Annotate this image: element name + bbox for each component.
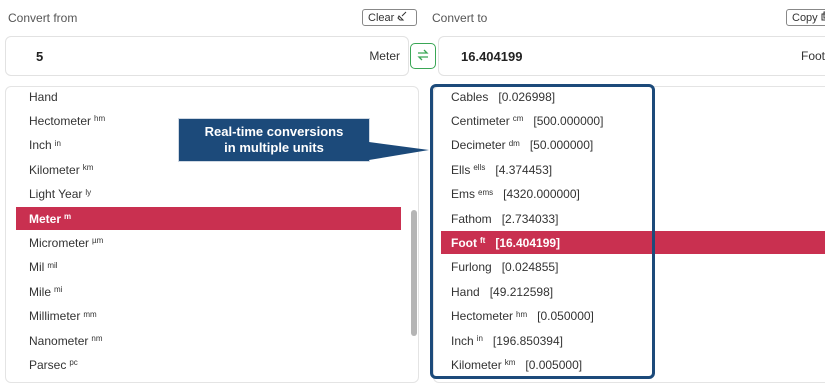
list-item-symbol: km: [504, 358, 516, 368]
to-value-field[interactable]: 16.404199 Foot: [438, 36, 825, 76]
list-item-value: [49.212598]: [489, 284, 554, 299]
swap-button[interactable]: [410, 43, 436, 69]
list-item-name: Kilometer: [29, 162, 80, 177]
list-item-name: Inch: [451, 333, 474, 348]
from-value-field[interactable]: 5 Meter: [5, 36, 409, 76]
list-item-symbol: mm: [83, 309, 97, 319]
list-item-name: Mile: [29, 284, 52, 299]
list-item-name: Meter: [29, 211, 62, 226]
list-item-symbol: pc: [69, 358, 78, 368]
list-item-symbol: dm: [508, 138, 520, 148]
list-item-symbol: ems: [478, 187, 494, 197]
list-item[interactable]: Mil mil: [16, 256, 401, 279]
from-list-scrollbar[interactable]: [411, 210, 417, 336]
callout-line-2: in multiple units: [224, 140, 324, 155]
list-item-symbol: nm: [91, 334, 103, 343]
list-item[interactable]: Cables [0.026998]: [441, 87, 825, 108]
list-item-symbol: ly: [85, 187, 92, 197]
list-item-name: Hand: [451, 284, 480, 299]
list-item[interactable]: Meter m: [16, 207, 401, 230]
from-unit: Meter: [369, 49, 400, 63]
list-item[interactable]: Parsec pc: [16, 353, 401, 376]
list-item[interactable]: Mile mi: [16, 280, 401, 303]
list-item-value: [4320.000000]: [503, 187, 580, 202]
copy-button-label: Copy: [792, 11, 818, 24]
list-item-name: Kilometer: [451, 357, 502, 372]
list-item-value: [50.000000]: [529, 138, 594, 153]
list-item[interactable]: Light Year ly: [16, 183, 401, 206]
list-item-name: Cables: [451, 89, 489, 104]
list-item-symbol: m: [64, 212, 72, 221]
list-item-name: Hectometer: [451, 309, 514, 324]
list-item-symbol: ells: [473, 163, 486, 173]
to-value[interactable]: 16.404199: [461, 49, 522, 64]
copy-icon: [821, 11, 825, 24]
list-item-name: Light Year: [29, 187, 83, 202]
list-item-name: Hectometer: [29, 113, 92, 128]
list-item-symbol: ft: [480, 236, 486, 246]
to-unit-list[interactable]: Cables [0.026998] Centimeter cm [500.000000]…: [433, 86, 825, 383]
list-item-name: Fathom: [451, 211, 492, 226]
list-item-name: Parsec: [29, 357, 67, 372]
list-item[interactable]: Millimeter mm: [16, 305, 401, 328]
list-item[interactable]: Hand [49.212598]: [441, 280, 825, 303]
list-item-value: [0.005000]: [525, 357, 583, 372]
clear-button[interactable]: Clear: [362, 9, 417, 26]
callout-box: Real-time conversions in multiple units: [178, 118, 370, 162]
list-item-name: Decimeter: [451, 138, 506, 153]
list-item[interactable]: Fathom [2.734033]: [441, 207, 825, 230]
list-item[interactable]: Ems ems [4320.000000]: [441, 183, 825, 206]
list-item[interactable]: Furlong [0.024855]: [441, 256, 825, 279]
list-item-value: [0.024855]: [501, 260, 559, 275]
list-item-symbol: km: [82, 163, 94, 173]
list-item[interactable]: Hand: [16, 87, 401, 108]
list-item-name: Mil: [29, 260, 45, 275]
callout-arrow: [369, 142, 429, 160]
list-item-value: [500.000000]: [533, 113, 604, 128]
list-item-name: Foot: [451, 235, 477, 250]
convert-from-label: Convert from: [8, 11, 78, 25]
list-item-name: Furlong: [451, 260, 492, 275]
list-item-name: Ells: [451, 162, 471, 177]
list-item[interactable]: Ells ells [4.374453]: [441, 158, 825, 181]
copy-button[interactable]: Copy: [786, 9, 825, 26]
list-item-symbol: hm: [516, 309, 528, 319]
list-item-name: Nanometer: [29, 333, 89, 348]
list-item-value: [16.404199]: [495, 235, 561, 250]
broom-icon: [397, 11, 407, 24]
list-item-symbol: cm: [512, 114, 524, 124]
list-item-value: [2.734033]: [501, 211, 559, 226]
list-item-name: Micrometer: [29, 235, 90, 250]
list-item-symbol: in: [476, 334, 483, 343]
list-item-name: Ems: [451, 187, 475, 202]
list-item-symbol: mil: [47, 260, 58, 270]
list-item-symbol: in: [54, 138, 61, 148]
clear-button-label: Clear: [368, 11, 395, 24]
list-item-value: [4.374453]: [495, 162, 553, 177]
list-item[interactable]: Decimeter dm [50.000000]: [441, 134, 825, 157]
convert-to-label: Convert to: [432, 11, 488, 25]
list-item[interactable]: Centimeter cm [500.000000]: [441, 109, 825, 132]
list-item[interactable]: Nanometer nm: [16, 329, 401, 352]
list-item[interactable]: Kilometer km [0.005000]: [441, 353, 825, 376]
list-item-symbol: mi: [54, 285, 63, 295]
list-item-name: Inch: [29, 138, 52, 153]
callout-line-1: Real-time conversions: [204, 124, 344, 139]
list-item[interactable]: Micrometer µm: [16, 231, 401, 254]
list-item-name: Centimeter: [451, 113, 510, 128]
list-item-value: [0.026998]: [498, 89, 556, 104]
list-item[interactable]: Foot ft [16.404199]: [441, 231, 825, 255]
from-value[interactable]: 5: [36, 49, 43, 64]
to-unit: Foot: [801, 49, 825, 63]
list-item-value: [196.850394]: [492, 333, 563, 348]
list-item[interactable]: Hectometer hm [0.050000]: [441, 305, 825, 328]
swap-arrows-icon: [416, 48, 430, 65]
list-item-name: Millimeter: [29, 309, 81, 324]
list-item-symbol: hm: [94, 114, 106, 124]
list-item[interactable]: Inch in [196.850394]: [441, 329, 825, 352]
list-item-value: [0.050000]: [537, 309, 594, 324]
list-item-name: Hand: [29, 89, 58, 104]
list-item-symbol: µm: [92, 236, 104, 246]
